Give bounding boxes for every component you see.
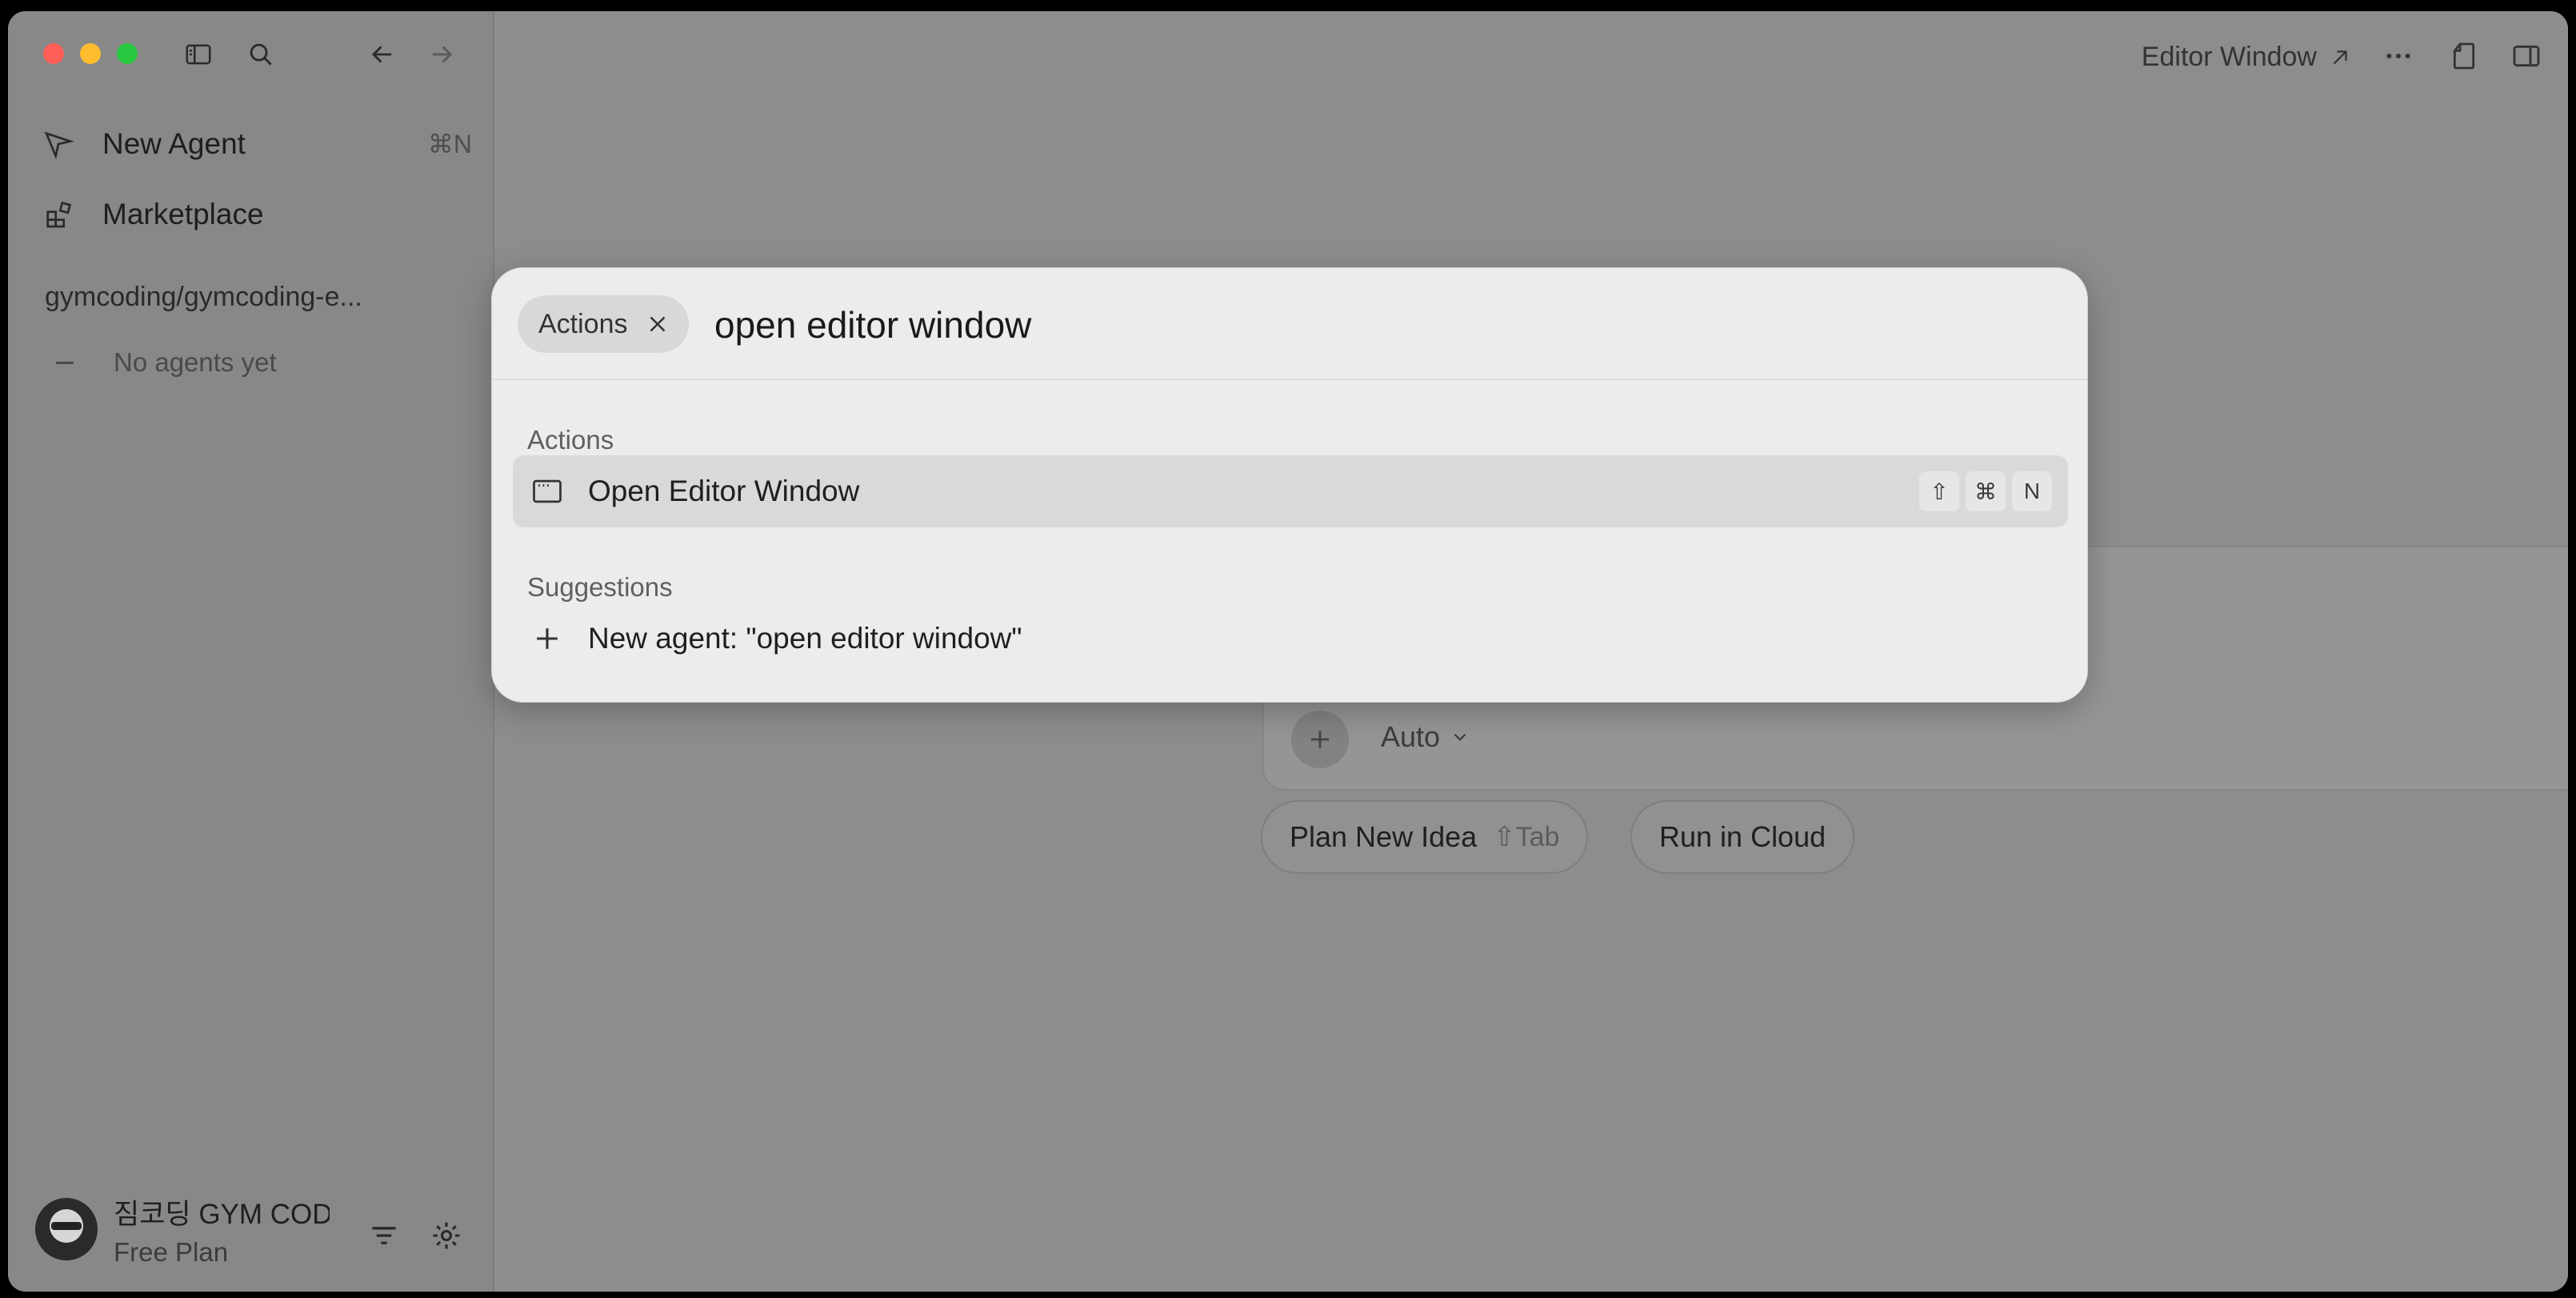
command-palette: Actions open editor window Actions Open … [491,267,2088,703]
open-editor-window-action[interactable]: Open Editor Window ⇧ ⌘ N [513,455,2068,527]
model-selector[interactable]: Auto [1381,720,1470,754]
window-icon [529,473,566,510]
more-options-icon[interactable] [2381,38,2416,74]
forward-arrow-icon[interactable] [426,38,458,70]
back-arrow-icon[interactable] [366,38,398,70]
plan-new-idea-button[interactable]: Plan New Idea ⇧Tab [1261,800,1589,874]
new-agent-suggestion[interactable]: New agent: "open editor window" [513,603,2068,675]
add-attachment-button[interactable] [1291,711,1349,768]
external-arrow-icon [2333,50,2347,64]
new-agent-label: New Agent [102,127,246,160]
command-key: ⌘ [1966,471,2006,511]
plus-icon [1310,730,1330,749]
sidebar: New Agent ⌘N Marketplace gymcoding/gymco… [8,11,494,1292]
editor-window-label: Editor Window [2141,42,2317,72]
new-agent-button[interactable]: New Agent ⌘N [40,118,472,170]
marketplace-label: Marketplace [102,198,264,230]
gear-icon[interactable] [429,1218,464,1253]
editor-window-link[interactable]: Editor Window [2142,42,2352,73]
suggestion-label: New agent: "open editor window" [588,622,1022,655]
run-in-cloud-button[interactable]: Run in Cloud [1630,800,1855,874]
action-label: Open Editor Window [588,475,860,507]
chip-label: Actions [538,308,628,339]
actions-section-header: Actions [527,425,614,455]
filter-icon[interactable] [366,1218,402,1253]
send-arrow-icon [40,126,77,162]
palette-search-input[interactable]: open editor window [714,303,1031,347]
chevron-down-icon [1454,733,1466,741]
model-label: Auto [1381,720,1441,753]
n-key: N [2012,471,2052,511]
marketplace-button[interactable]: Marketplace [40,189,472,240]
new-agent-shortcut: ⌘N [427,130,472,158]
user-profile[interactable]: 짐코딩 GYM CODING Free Plan [35,1191,330,1268]
suggestions-section-header: Suggestions [527,572,673,602]
plus-icon [529,620,566,657]
shortcut-keys: ⇧ ⌘ N [1919,471,2052,511]
user-plan: Free Plan [114,1236,229,1267]
grid-blocks-icon [40,196,77,233]
actions-filter-chip[interactable]: Actions [518,295,689,353]
shift-key: ⇧ [1919,471,1959,511]
minimize-window-button[interactable] [80,43,101,64]
close-window-button[interactable] [43,43,64,64]
app-window: New Agent ⌘N Marketplace gymcoding/gymco… [8,11,2568,1292]
no-agents-placeholder: No agents yet [45,347,277,378]
run-in-cloud-label: Run in Cloud [1659,820,1826,853]
search-icon[interactable] [245,38,277,70]
panel-toggle-icon[interactable] [2509,38,2544,74]
dash-icon [56,361,74,364]
user-name: 짐코딩 GYM CODING [114,1198,330,1230]
repo-name[interactable]: gymcoding/gymcoding-e... [45,282,362,313]
zoom-window-button[interactable] [117,43,138,64]
close-icon[interactable] [644,310,671,338]
palette-search-bar: Actions open editor window [492,268,2087,380]
document-icon[interactable] [2446,38,2482,74]
plan-new-idea-label: Plan New Idea [1290,820,1478,853]
sidebar-toggle-icon[interactable] [182,38,214,70]
avatar [35,1198,98,1260]
plan-shortcut-hint: ⇧Tab [1493,822,1560,852]
no-agents-text: No agents yet [114,347,277,377]
